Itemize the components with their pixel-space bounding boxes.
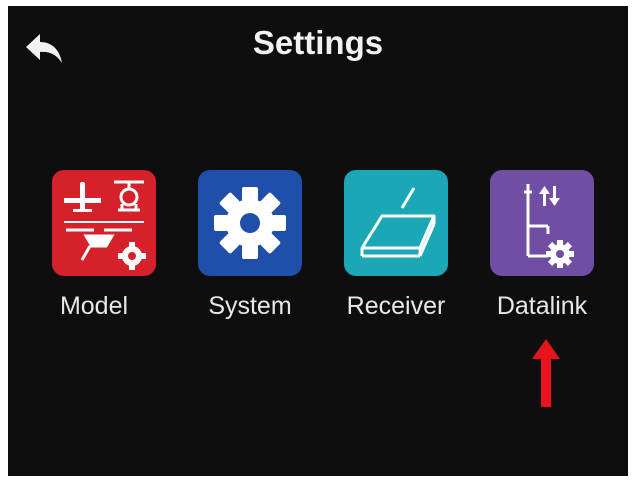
red-up-arrow-icon <box>532 339 560 407</box>
model-aircraft-icon <box>64 180 146 270</box>
model-button[interactable] <box>52 170 156 276</box>
page-title: Settings <box>252 24 384 61</box>
datalink-button[interactable] <box>490 170 594 276</box>
datalink-label: Datalink <box>496 292 588 320</box>
receiver-label: Receiver <box>346 292 446 320</box>
system-button[interactable] <box>198 170 302 276</box>
model-label: Model <box>59 292 129 320</box>
receiver-icon <box>360 187 436 258</box>
receiver-button[interactable] <box>344 170 448 276</box>
settings-screen: Settings Model System Receiver Datalink <box>8 6 628 476</box>
gear-icon <box>214 187 286 259</box>
system-label: System <box>208 292 292 320</box>
datalink-icon <box>524 184 574 268</box>
